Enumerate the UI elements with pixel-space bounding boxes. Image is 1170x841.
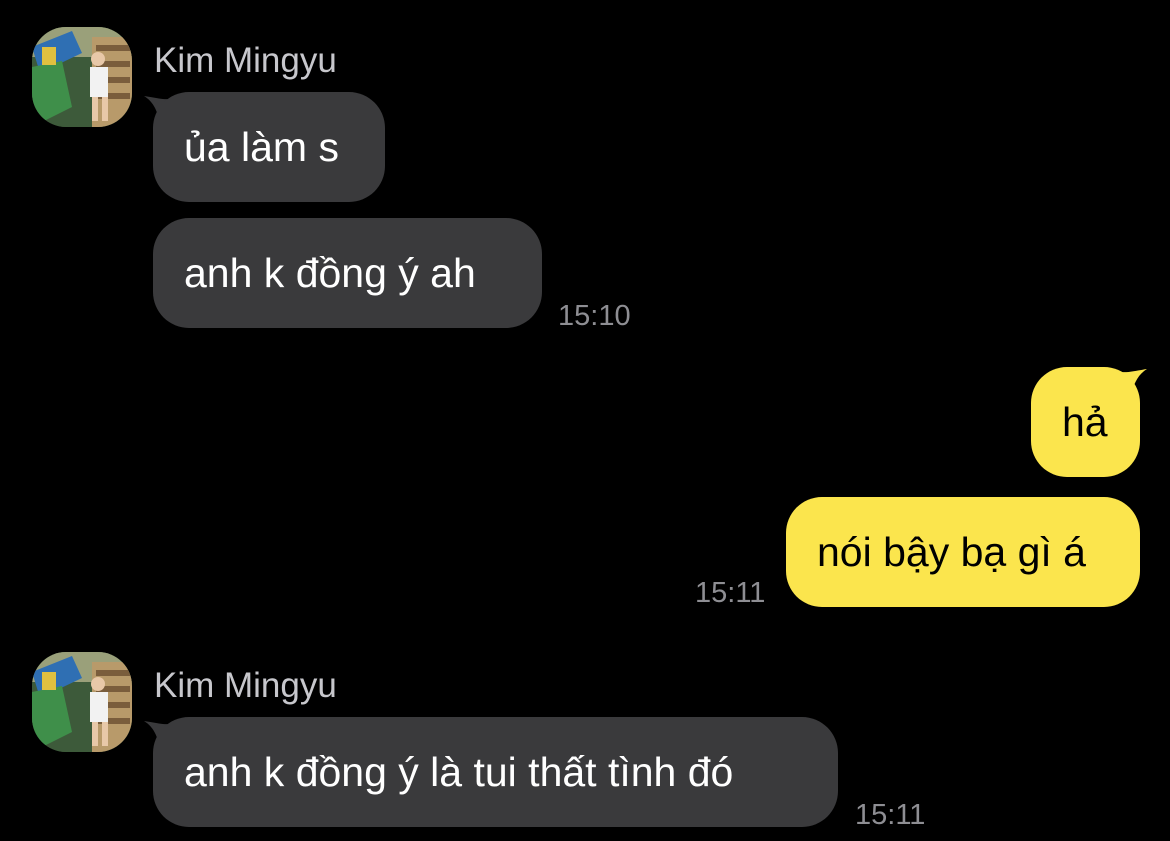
message-bubble-incoming[interactable]: anh k đồng ý là tui thất tình đó bbox=[153, 717, 838, 827]
sender-name: Kim Mingyu bbox=[154, 666, 337, 705]
message-text: anh k đồng ý là tui thất tình đó bbox=[184, 749, 734, 795]
message-timestamp: 15:10 bbox=[558, 300, 631, 332]
avatar[interactable] bbox=[32, 27, 132, 127]
message-bubble-outgoing[interactable]: hả bbox=[1031, 367, 1140, 477]
message-bubble-incoming[interactable]: anh k đồng ý ah bbox=[153, 218, 542, 328]
message-text: hả bbox=[1062, 399, 1108, 445]
avatar[interactable] bbox=[32, 652, 132, 752]
avatar-photo-icon bbox=[32, 652, 132, 752]
message-timestamp: 15:11 bbox=[855, 799, 926, 831]
message-text: nói bậy bạ gì á bbox=[817, 529, 1086, 575]
sender-name: Kim Mingyu bbox=[154, 41, 337, 80]
message-text: anh k đồng ý ah bbox=[184, 250, 476, 296]
message-bubble-incoming[interactable]: ủa làm s bbox=[153, 92, 385, 202]
avatar-photo-icon bbox=[32, 27, 132, 127]
message-text: ủa làm s bbox=[184, 124, 339, 170]
message-timestamp: 15:11 bbox=[695, 577, 766, 609]
message-bubble-outgoing[interactable]: nói bậy bạ gì á bbox=[786, 497, 1140, 607]
